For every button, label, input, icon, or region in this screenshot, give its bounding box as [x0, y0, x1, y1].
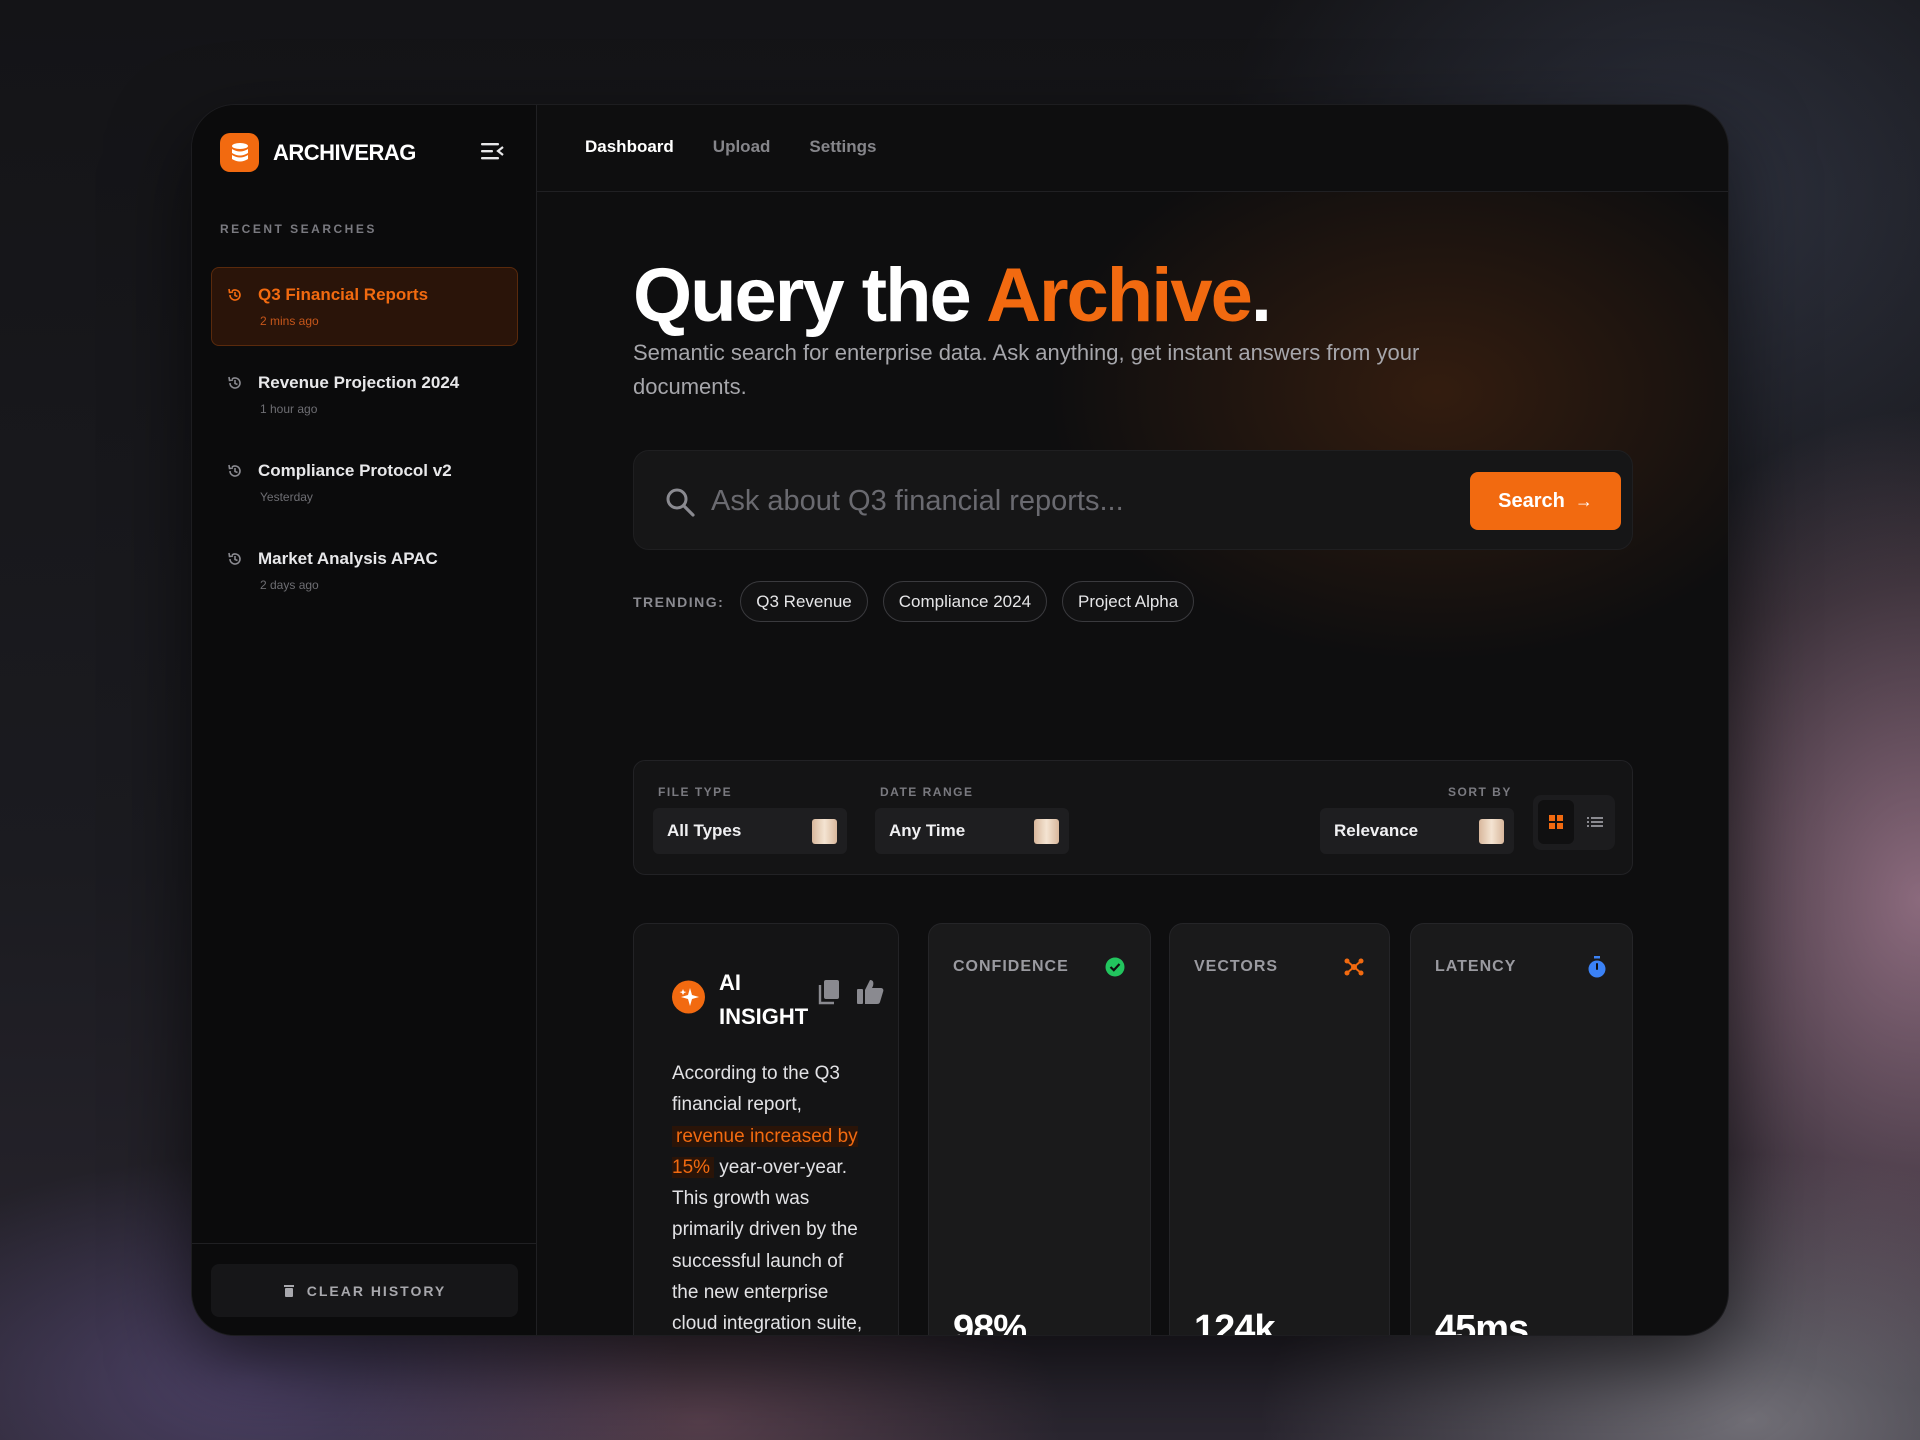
history-title: Compliance Protocol v2 — [258, 461, 452, 480]
recent-searches-label: RECENT SEARCHES — [220, 222, 377, 236]
history-title: Q3 Financial Reports — [258, 285, 429, 304]
sidebar-footer: CLEAR HISTORY — [192, 1243, 536, 1335]
search-button[interactable]: Search → — [1470, 472, 1621, 530]
clear-history-label: CLEAR HISTORY — [306, 1282, 447, 1299]
history-time: 2 mins ago — [260, 314, 319, 328]
view-toggle — [1533, 795, 1615, 850]
history-time: 2 days ago — [260, 578, 319, 592]
latency-card: LATENCY 45ms — [1410, 923, 1633, 1335]
search-input[interactable] — [711, 476, 1451, 526]
search-box: Search → — [633, 450, 1633, 550]
history-icon — [228, 464, 241, 477]
nav-dashboard[interactable]: Dashboard — [585, 137, 674, 157]
arrow-right-icon: → — [1574, 490, 1593, 511]
stat-value: 98% — [953, 1308, 1027, 1335]
stat-value: 45ms — [1435, 1308, 1529, 1335]
nav-settings[interactable]: Settings — [809, 137, 876, 157]
database-icon — [220, 133, 259, 172]
grid-view-icon[interactable] — [1538, 800, 1574, 844]
chevron-down-icon — [812, 819, 837, 844]
vectors-card: VECTORS 124k — [1169, 923, 1390, 1335]
sort-by-label: SORT BY — [1448, 785, 1512, 799]
history-icon — [228, 552, 241, 565]
trending-chip[interactable]: Project Alpha — [1062, 581, 1195, 622]
app-window: ARCHIVERAG RECENT SEARCHES Q3 Financial … — [191, 104, 1729, 1336]
page-title: Query the Archive. — [633, 253, 1272, 338]
nav-upload[interactable]: Upload — [713, 137, 771, 157]
main-content: Query the Archive. Semantic search for e… — [537, 192, 1728, 1335]
brand-name: ARCHIVERAG — [273, 139, 416, 165]
brand[interactable]: ARCHIVERAG — [220, 133, 416, 172]
trending-label: TRENDING: — [633, 593, 725, 610]
insight-text: According to the Q3 financial report, re… — [672, 1063, 863, 1335]
top-bar: Dashboard Upload Settings — [537, 105, 1728, 192]
menu-collapse-icon[interactable] — [479, 139, 505, 163]
trending-chip[interactable]: Q3 Revenue — [740, 581, 868, 622]
chevron-down-icon — [1034, 819, 1059, 844]
history-title: Market Analysis APAC — [258, 549, 438, 568]
stat-value: 124k — [1194, 1308, 1276, 1335]
copy-icon[interactable] — [818, 979, 840, 1005]
date-range-select[interactable]: Any Time — [875, 808, 1069, 854]
main-nav: Dashboard Upload Settings — [585, 137, 915, 157]
chevron-down-icon — [1479, 819, 1504, 844]
filter-panel: FILE TYPE All Types DATE RANGE Any Time … — [633, 760, 1633, 875]
trash-icon — [283, 1284, 294, 1297]
clear-history-button[interactable]: CLEAR HISTORY — [211, 1264, 518, 1317]
history-icon — [228, 288, 241, 301]
recent-searches-list: Q3 Financial Reports 2 mins ago Revenue … — [211, 267, 518, 619]
history-item[interactable]: Market Analysis APAC 2 days ago — [211, 531, 518, 610]
confidence-card: CONFIDENCE 98% — [928, 923, 1151, 1335]
search-icon — [666, 488, 695, 517]
title-accent: Archive — [986, 253, 1253, 338]
list-view-icon[interactable] — [1580, 800, 1610, 844]
file-type-select[interactable]: All Types — [653, 808, 847, 854]
sort-by-select[interactable]: Relevance — [1320, 808, 1514, 854]
ai-insight-card: AI INSIGHT According to the Q3 financial… — [633, 923, 899, 1335]
check-circle-icon — [1105, 957, 1125, 977]
history-item[interactable]: Compliance Protocol v2 Yesterday — [211, 443, 518, 522]
file-type-label: FILE TYPE — [658, 785, 733, 799]
stat-label: VECTORS — [1194, 958, 1279, 975]
history-item[interactable]: Q3 Financial Reports 2 mins ago — [211, 267, 518, 346]
stat-label: CONFIDENCE — [953, 958, 1069, 975]
stopwatch-icon — [1588, 956, 1606, 978]
history-title: Revenue Projection 2024 — [258, 373, 460, 392]
network-icon — [1344, 958, 1364, 976]
page-subtitle: Semantic search for enterprise data. Ask… — [633, 340, 1420, 399]
sparkle-icon — [672, 980, 705, 1014]
insight-title: AI INSIGHT — [719, 970, 809, 1029]
thumbs-up-icon[interactable] — [856, 978, 884, 1005]
sidebar: ARCHIVERAG RECENT SEARCHES Q3 Financial … — [192, 105, 537, 1335]
history-time: Yesterday — [260, 490, 313, 504]
date-range-label: DATE RANGE — [880, 785, 974, 799]
history-icon — [228, 376, 241, 389]
history-item[interactable]: Revenue Projection 2024 1 hour ago — [211, 355, 518, 434]
trending-bar: TRENDING: Q3 Revenue Compliance 2024 Pro… — [633, 581, 1209, 622]
history-time: 1 hour ago — [260, 402, 318, 416]
trending-chip[interactable]: Compliance 2024 — [882, 581, 1048, 622]
stat-label: LATENCY — [1435, 958, 1517, 975]
